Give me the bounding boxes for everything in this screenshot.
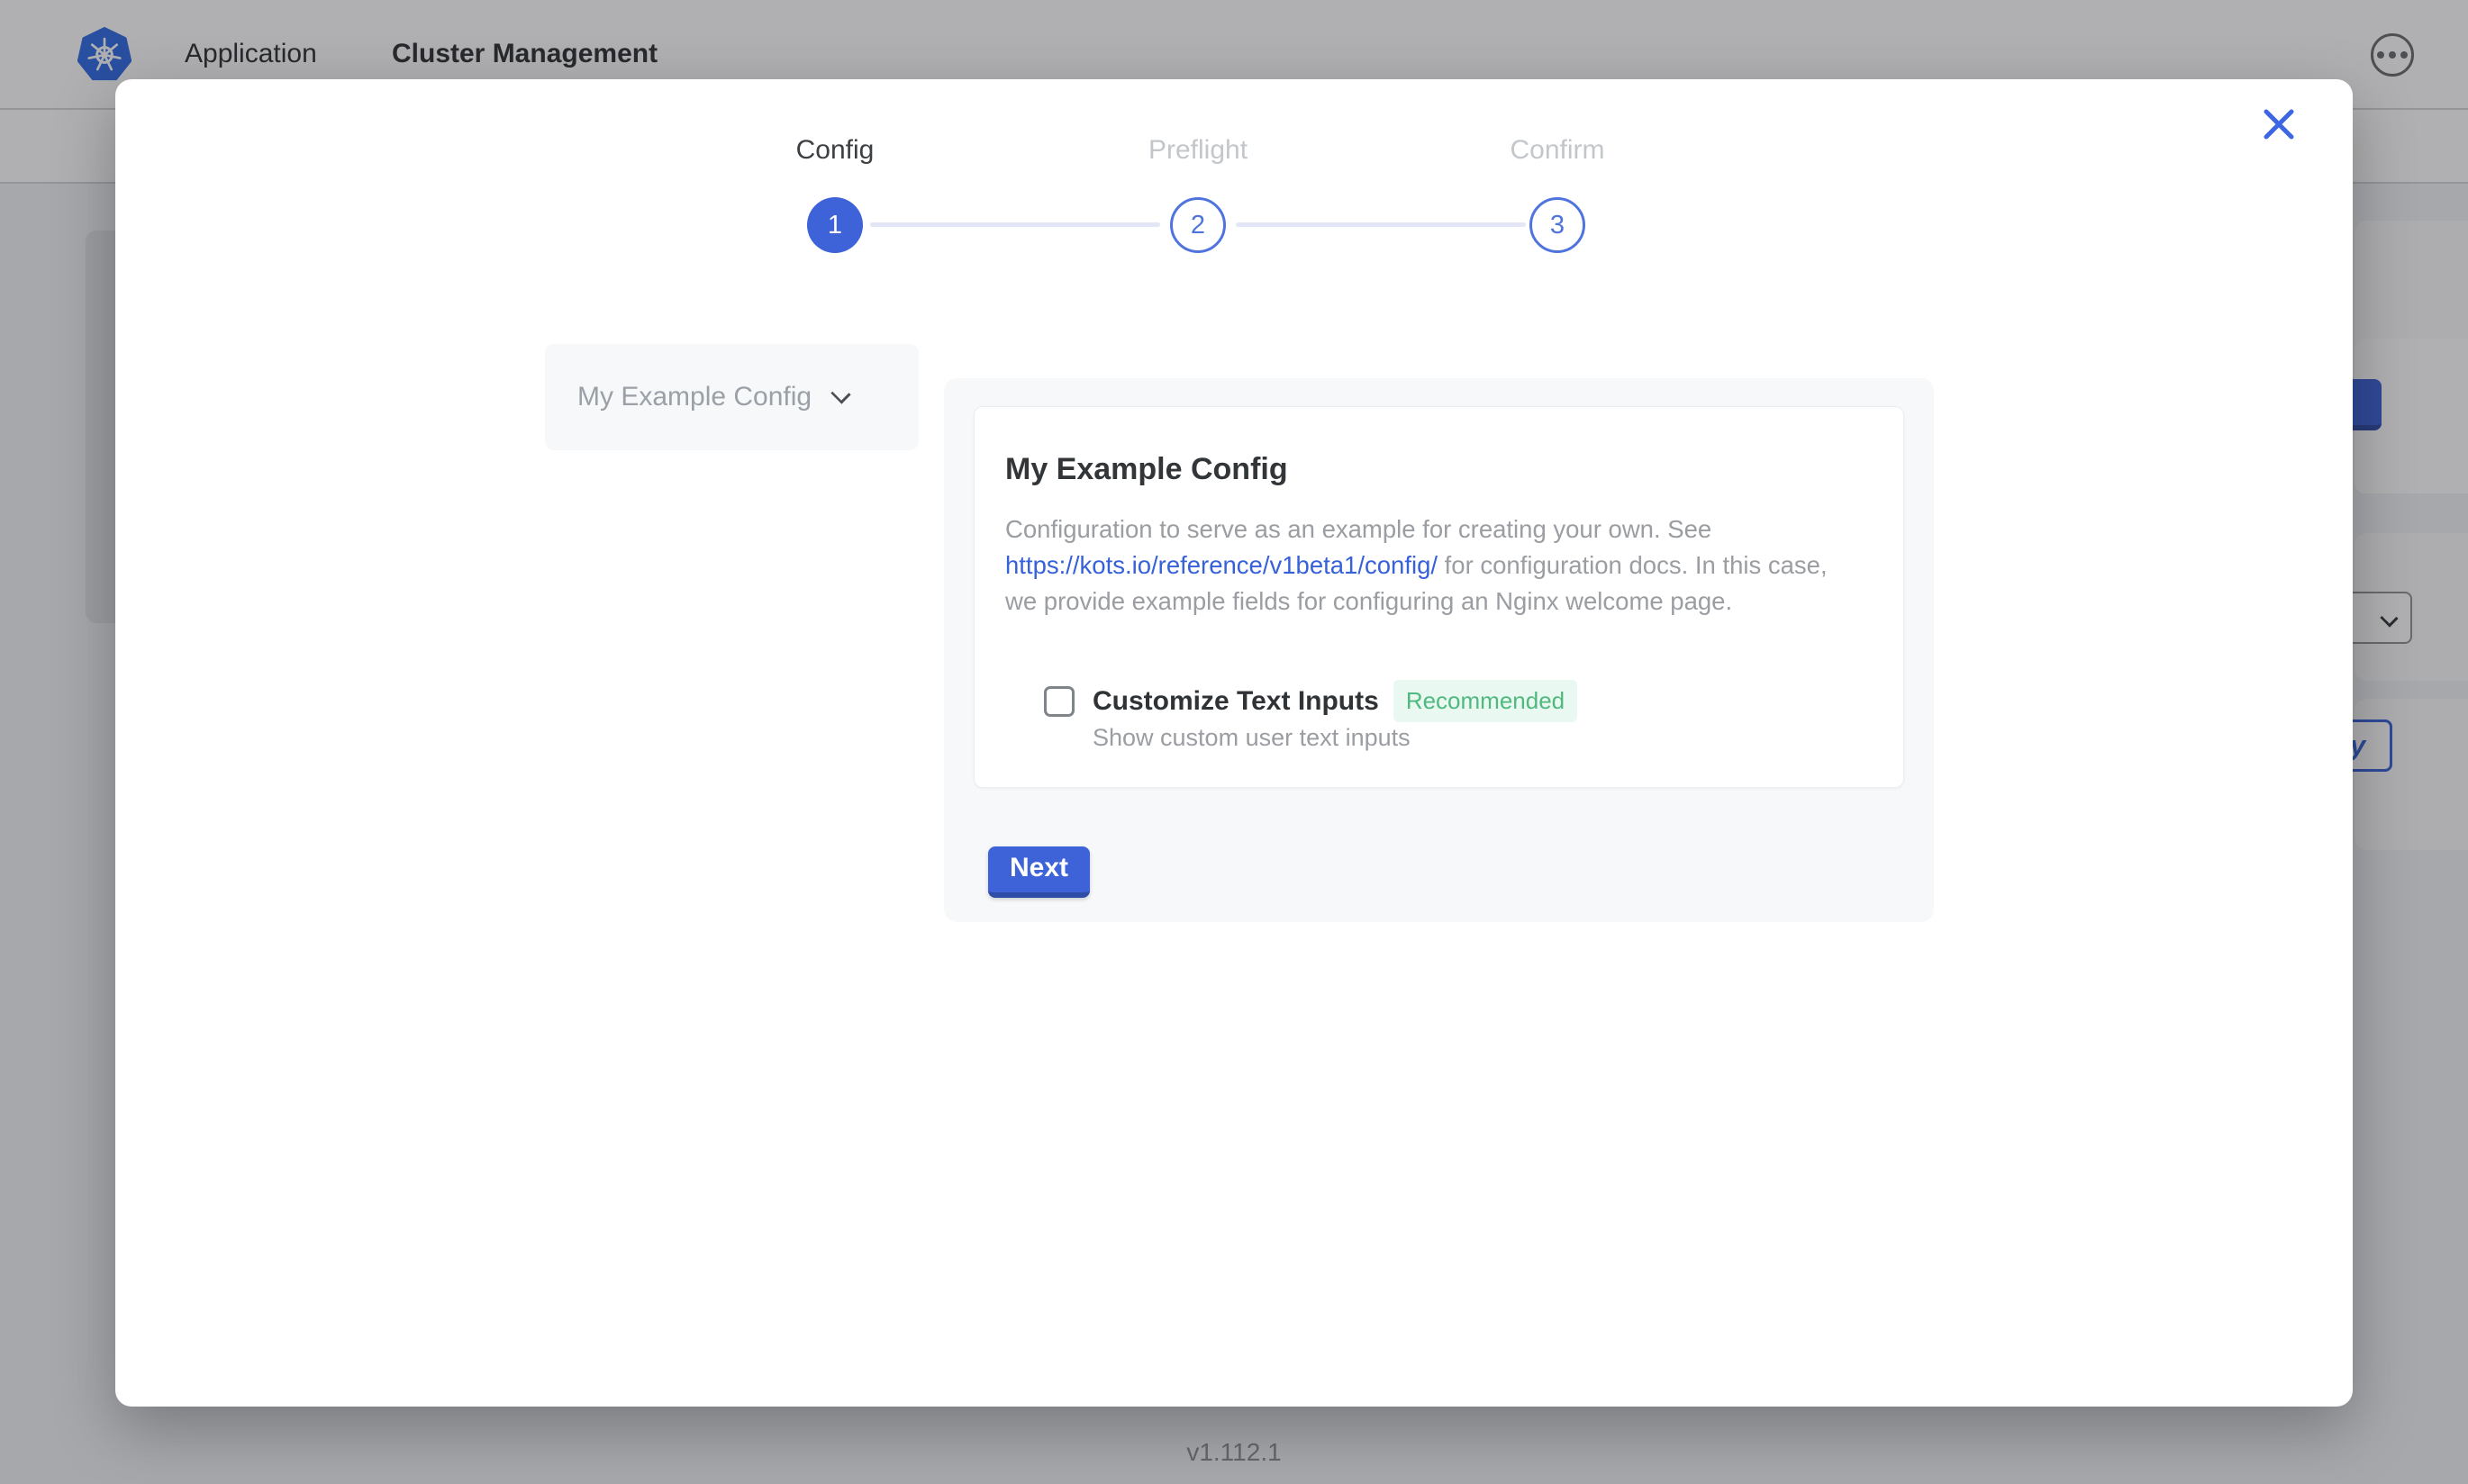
config-group-selector-label: My Example Config [577, 382, 812, 412]
close-icon[interactable] [2263, 108, 2295, 140]
customize-text-inputs-row: Customize Text Inputs Recommended [1044, 680, 1577, 722]
step-circle-2: 2 [1170, 197, 1226, 253]
config-docs-link[interactable]: https://kots.io/reference/v1beta1/config… [1005, 551, 1438, 579]
config-card: My Example Config Configuration to serve… [974, 406, 1904, 788]
customize-text-inputs-label: Customize Text Inputs [1093, 686, 1379, 717]
chevron-down-icon [830, 384, 850, 403]
description-text: Configuration to serve as an example for… [1005, 515, 1711, 543]
step-circle-1: 1 [807, 197, 863, 253]
customize-text-inputs-help: Show custom user text inputs [1093, 724, 1411, 752]
step-label-preflight: Preflight [1081, 135, 1315, 166]
step-label-config: Config [718, 135, 952, 166]
step-connector-line [870, 222, 1160, 227]
step-label-confirm: Confirm [1440, 135, 1674, 166]
recommended-badge: Recommended [1393, 680, 1577, 722]
config-panel: My Example Config Configuration to serve… [944, 378, 1934, 922]
config-section-title: My Example Config [1005, 452, 1288, 487]
config-section-description: Configuration to serve as an example for… [1005, 511, 1856, 620]
customize-text-inputs-checkbox[interactable] [1044, 686, 1075, 717]
next-button[interactable]: Next [988, 846, 1090, 898]
step-circle-3: 3 [1529, 197, 1585, 253]
config-wizard-modal: Config Preflight Confirm 1 2 3 My Exampl… [115, 79, 2353, 1407]
step-connector-line [1236, 222, 1526, 227]
config-group-selector[interactable]: My Example Config [545, 344, 919, 450]
